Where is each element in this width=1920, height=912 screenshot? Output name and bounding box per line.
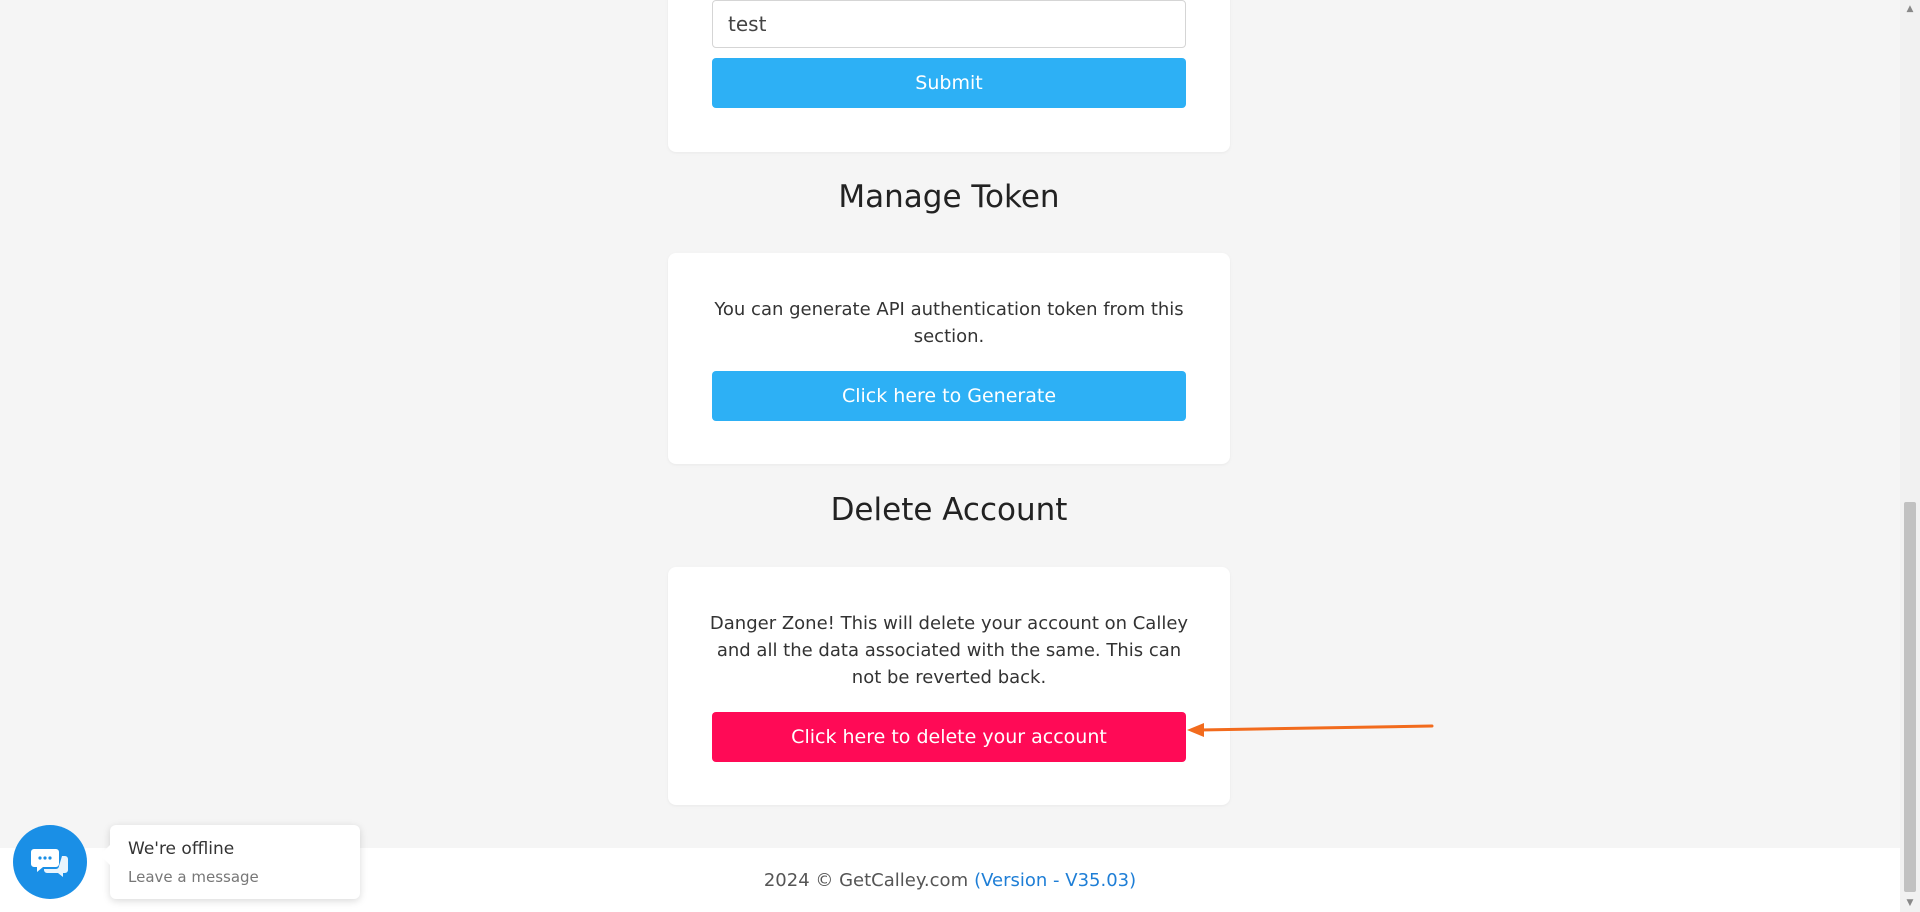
delete-description: Danger Zone! This will delete your accou… (709, 613, 1189, 688)
submit-button[interactable]: Submit (712, 58, 1186, 108)
vertical-scrollbar[interactable]: ▲ ▼ (1900, 0, 1920, 912)
chat-offline-box[interactable]: We're offline Leave a message (100, 825, 360, 899)
delete-account-button[interactable]: Click here to delete your account (712, 712, 1186, 762)
text-input[interactable]: test (712, 0, 1186, 48)
token-description: You can generate API authentication toke… (714, 299, 1184, 347)
chat-leave-message: Leave a message (128, 868, 259, 886)
page: test Submit Manage Token You can generat… (0, 0, 1900, 912)
scroll-up-arrow-icon[interactable]: ▲ (1900, 0, 1920, 18)
footer-copyright: 2024 © GetCalley.com (763, 869, 969, 891)
chat-launcher-button[interactable] (13, 825, 87, 899)
scroll-down-arrow-icon[interactable]: ▼ (1900, 894, 1920, 912)
annotation-arrow (1187, 723, 1434, 737)
version-link[interactable]: (Version - V35.03) (974, 870, 1136, 891)
delete-card: Danger Zone! This will delete your accou… (668, 567, 1230, 805)
token-card: You can generate API authentication toke… (668, 253, 1230, 464)
chat-status: We're offline (128, 839, 235, 859)
scroll-thumb[interactable] (1904, 502, 1916, 892)
chat-icon (31, 849, 68, 877)
delete-account-title: Delete Account (830, 492, 1068, 528)
generate-token-button[interactable]: Click here to Generate (712, 371, 1186, 421)
manage-token-title: Manage Token (838, 179, 1060, 215)
form-card: test Submit (668, 0, 1230, 152)
text-input-value: test (728, 12, 767, 36)
